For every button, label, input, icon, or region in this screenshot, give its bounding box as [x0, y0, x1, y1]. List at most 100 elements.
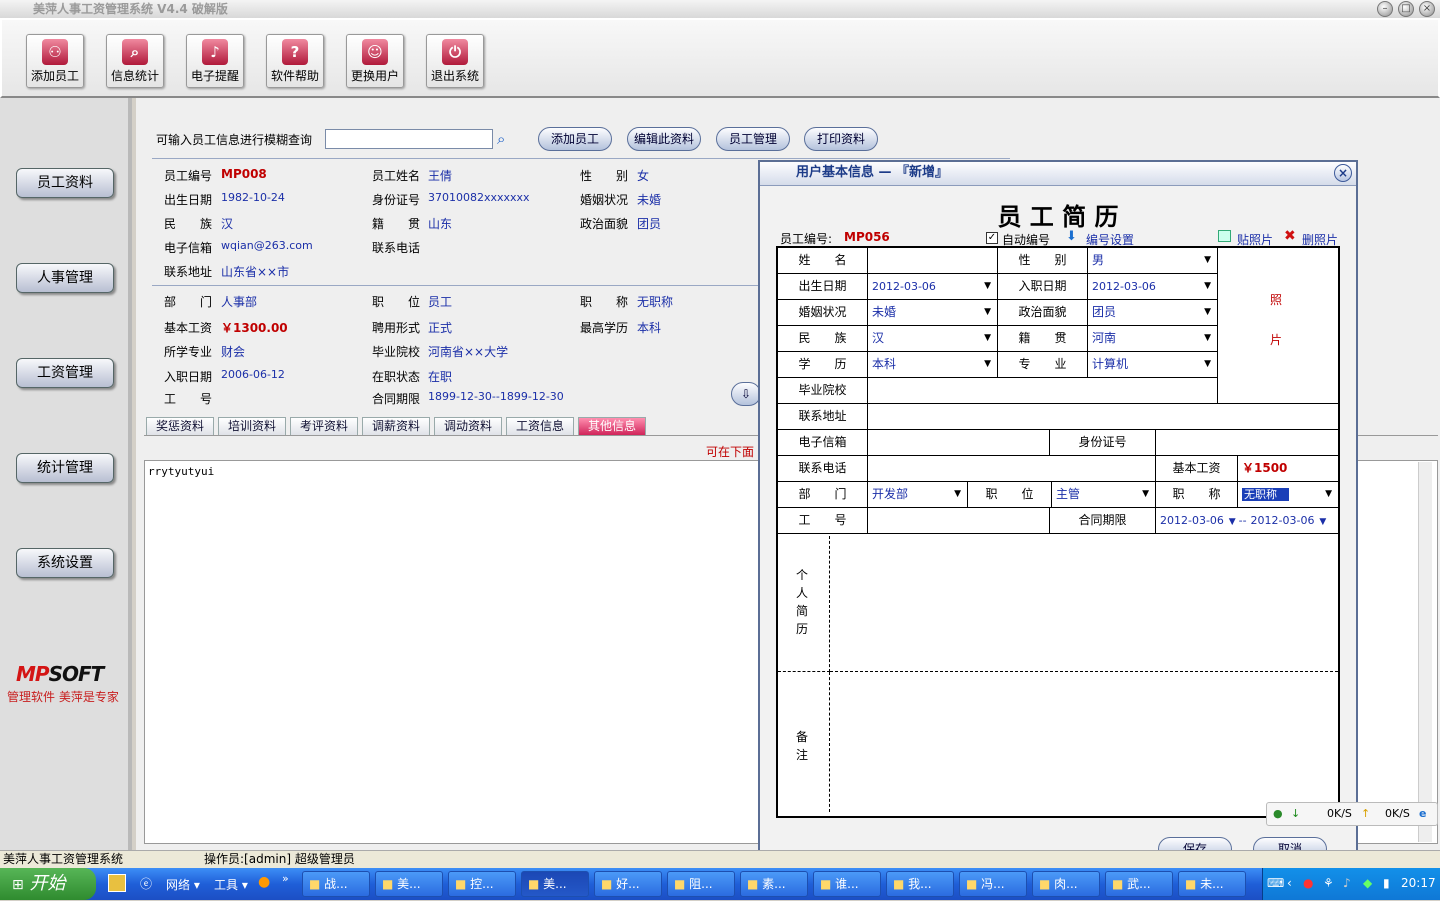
- tab-5[interactable]: 工资信息: [506, 417, 574, 435]
- tab-2[interactable]: 考评资料: [290, 417, 358, 435]
- toolbar-switch-user-button[interactable]: ☺ 更换用户: [346, 34, 404, 88]
- salary-input[interactable]: ￥1500: [1238, 456, 1338, 482]
- remark-textarea[interactable]: [830, 672, 1338, 812]
- ethnic-select[interactable]: 汉 ▼: [868, 326, 998, 352]
- taskbar-task[interactable]: ■ 美...: [521, 871, 589, 897]
- taskbar-task[interactable]: ■ 阻...: [667, 871, 735, 897]
- add-employee-button[interactable]: 添加员工: [538, 127, 612, 151]
- email-input[interactable]: [868, 430, 1050, 456]
- status-app-name: 美萍人事工资管理系统: [3, 852, 124, 866]
- tab-3[interactable]: 调薪资料: [362, 417, 430, 435]
- volume-icon[interactable]: ♪: [1343, 876, 1351, 890]
- network-icon[interactable]: ⚘: [1323, 876, 1334, 890]
- taskbar-task[interactable]: ■ 战...: [302, 871, 370, 897]
- taskbar-task[interactable]: ■ 素...: [740, 871, 808, 897]
- chevron-down-icon[interactable]: ▼: [954, 482, 961, 507]
- political-select[interactable]: 团员 ▼: [1088, 300, 1218, 326]
- tab-4[interactable]: 调动资料: [434, 417, 502, 435]
- idcard-input[interactable]: [1156, 430, 1338, 456]
- position-select[interactable]: 主管 ▼: [1052, 482, 1156, 508]
- dialog-close-icon[interactable]: ×: [1334, 164, 1352, 182]
- close-icon[interactable]: ×: [1419, 1, 1435, 17]
- chevron-down-icon[interactable]: ▼: [1204, 352, 1211, 377]
- wifi-icon[interactable]: ◆: [1363, 876, 1372, 890]
- contract-dates[interactable]: 2012-03-06 ▼ -- 2012-03-06 ▼: [1156, 508, 1338, 534]
- taskbar-task[interactable]: ■ 未...: [1178, 871, 1246, 897]
- firefox-icon[interactable]: ●: [258, 874, 270, 890]
- major-select[interactable]: 计算机 ▼: [1088, 352, 1218, 378]
- notes-scrollbar[interactable]: [1418, 462, 1432, 842]
- task-app-icon: ■: [455, 877, 471, 891]
- tab-1[interactable]: 培训资料: [218, 417, 286, 435]
- field-value: MP008: [221, 167, 267, 181]
- taskbar-task[interactable]: ■ 控...: [448, 871, 516, 897]
- print-record-button[interactable]: 打印资料: [804, 127, 878, 151]
- taskbar-task[interactable]: ■ 谁...: [813, 871, 881, 897]
- contract-caption-text: 合同期限: [1078, 513, 1127, 527]
- chevron-down-icon[interactable]: ▼: [984, 300, 991, 325]
- toolbar-add-employee-button[interactable]: ⚇ 添加员工: [26, 34, 84, 88]
- chevron-down-icon[interactable]: ▼: [1204, 274, 1211, 299]
- start-button[interactable]: ⊞ 开始: [0, 868, 96, 900]
- gender-select[interactable]: 男 ▼: [1088, 248, 1218, 274]
- address-input[interactable]: [868, 404, 1338, 430]
- toolbar-help-button[interactable]: ? 软件帮助: [266, 34, 324, 88]
- battery-icon[interactable]: ▮: [1383, 876, 1390, 890]
- chevron-down-icon[interactable]: ▼: [1142, 482, 1149, 507]
- chevron-down-icon[interactable]: ▼: [1204, 300, 1211, 325]
- tray-app-icon[interactable]: ●: [1303, 876, 1313, 890]
- toolbar-statistics-button[interactable]: ⌕ 信息统计: [106, 34, 164, 88]
- chevron-down-icon[interactable]: ▼: [984, 352, 991, 377]
- school-input[interactable]: [868, 378, 1218, 404]
- maximize-icon[interactable]: □: [1398, 1, 1414, 17]
- chevron-down-icon[interactable]: ▼: [1316, 517, 1326, 527]
- partial-button[interactable]: ⇩: [731, 382, 761, 406]
- photo-box[interactable]: 照片: [1218, 248, 1338, 404]
- chevron-down-icon[interactable]: ▼: [1325, 482, 1332, 507]
- edu-select[interactable]: 本科 ▼: [868, 352, 998, 378]
- chevron-down-icon[interactable]: ▼: [1204, 326, 1211, 351]
- sidebar-item-salary[interactable]: 工资管理: [16, 358, 114, 388]
- quick-tools[interactable]: 工具 ▾: [214, 876, 248, 893]
- birth-date[interactable]: 2012-03-06 ▼: [868, 274, 998, 300]
- employee-manage-button[interactable]: 员工管理: [716, 127, 790, 151]
- taskbar-task[interactable]: ■ 好...: [594, 871, 662, 897]
- resume-textarea[interactable]: [830, 536, 1338, 672]
- toolbar-exit-button[interactable]: ⏻ 退出系统: [426, 34, 484, 88]
- sidebar-item-employee[interactable]: 员工资料: [16, 168, 114, 198]
- ie-quick-icon[interactable]: ⓔ: [140, 875, 152, 892]
- chevron-down-icon[interactable]: ▼: [984, 274, 991, 299]
- overflow-chevron-icon[interactable]: »: [282, 872, 289, 885]
- sidebar-item-personnel[interactable]: 人事管理: [16, 263, 114, 293]
- search-icon[interactable]: ⌕: [497, 130, 515, 148]
- phone-input[interactable]: [868, 456, 1156, 482]
- search-input[interactable]: [325, 129, 493, 149]
- edit-record-button[interactable]: 编辑此资料: [627, 127, 701, 151]
- taskbar-task[interactable]: ■ 肉...: [1032, 871, 1100, 897]
- tab-6[interactable]: 其他信息: [578, 417, 646, 435]
- title-select[interactable]: 无职称 ▼: [1238, 482, 1338, 508]
- taskbar-task[interactable]: ■ 我...: [886, 871, 954, 897]
- sidebar-item-statistics[interactable]: 统计管理: [16, 453, 114, 483]
- taskbar-task[interactable]: ■ 武...: [1105, 871, 1173, 897]
- marital-select[interactable]: 未婚 ▼: [868, 300, 998, 326]
- chevron-down-icon[interactable]: ▼: [984, 326, 991, 351]
- jobno-input[interactable]: [868, 508, 1050, 534]
- sidebar-item-settings[interactable]: 系统设置: [16, 548, 114, 578]
- dept-select-text: 开发部: [872, 487, 909, 501]
- hire-date[interactable]: 2012-03-06 ▼: [1088, 274, 1218, 300]
- minimize-icon[interactable]: –: [1377, 1, 1393, 17]
- taskbar-task[interactable]: ■ 冯...: [959, 871, 1027, 897]
- native-select[interactable]: 河南 ▼: [1088, 326, 1218, 352]
- chevron-down-icon[interactable]: ▼: [1204, 248, 1211, 273]
- tab-0[interactable]: 奖惩资料: [146, 417, 214, 435]
- quick-network[interactable]: 网络 ▾: [166, 876, 200, 893]
- chevron-down-icon[interactable]: ▼: [1226, 517, 1239, 527]
- name-input[interactable]: [868, 248, 998, 274]
- taskbar-task[interactable]: ■ 美...: [375, 871, 443, 897]
- auto-id-checkbox[interactable]: ✓: [986, 232, 998, 244]
- chevron-left-icon[interactable]: ‹: [1287, 876, 1292, 890]
- desktop-icon[interactable]: [108, 874, 126, 892]
- dept-select[interactable]: 开发部 ▼: [868, 482, 968, 508]
- toolbar-reminder-button[interactable]: ♪ 电子提醒: [186, 34, 244, 88]
